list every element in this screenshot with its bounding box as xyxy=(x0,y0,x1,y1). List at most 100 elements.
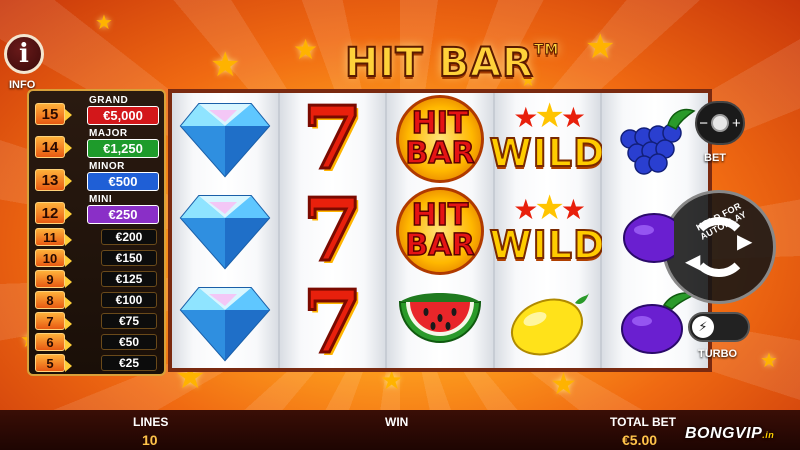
reel-1 xyxy=(172,93,280,368)
line-number: 6 xyxy=(35,333,72,351)
trademark: TM xyxy=(533,42,560,59)
diamond-symbol xyxy=(172,185,278,277)
game-logo: HIT BARTM xyxy=(344,39,559,88)
payout-value: €150 xyxy=(101,250,157,266)
arrow-left-icon: ◀ xyxy=(685,249,701,273)
coin-stack-icon xyxy=(711,114,729,132)
line-number: 9 xyxy=(35,270,72,288)
payout-value: €200 xyxy=(101,229,157,245)
paytable-row: 6 €50 xyxy=(33,333,160,352)
hit-bar-symbol: HIT BAR xyxy=(387,93,493,185)
paytable-row: 11 €200 xyxy=(33,228,160,247)
info-icon: i xyxy=(19,39,29,69)
paytable-row: 7 €75 xyxy=(33,312,160,331)
diamond-icon xyxy=(179,103,271,178)
star-icon: ★ xyxy=(293,33,319,66)
seven-symbol: 7 xyxy=(280,185,386,277)
reel-4: ★★★ WILD ★★★ WILD xyxy=(489,93,606,369)
wild-icon: ★★★ WILD xyxy=(489,97,606,176)
paytable-row: 9 €125 xyxy=(33,270,160,289)
star-icon: ★ xyxy=(550,367,577,402)
seven-icon: 7 xyxy=(301,180,364,281)
wild-text: WILD xyxy=(489,130,606,176)
wild-symbol: ★★★ WILD xyxy=(489,185,606,277)
game-title: HIT BAR xyxy=(344,39,534,87)
seven-symbol: 7 xyxy=(280,277,386,369)
lines-label: LINES xyxy=(133,415,169,429)
watermark-suffix: .in xyxy=(762,430,775,440)
bar-text: BAR xyxy=(405,136,476,171)
arrow-right-icon: ▶ xyxy=(737,229,753,253)
line-number: 10 xyxy=(35,249,72,267)
paytable-row: 10 €150 xyxy=(33,249,160,268)
jackpot-row-minor: 13 MINOR €500 xyxy=(33,161,160,193)
jackpot-row-mini: 12 MINI €250 xyxy=(33,194,160,226)
jackpot-name: GRAND xyxy=(89,95,129,106)
line-number: 11 xyxy=(35,228,72,246)
line-number: 13 xyxy=(35,169,72,191)
watermelon-icon xyxy=(398,293,481,343)
plum-icon xyxy=(623,213,674,263)
reel-2: 7 7 7 xyxy=(279,93,388,369)
star-icon: ★ xyxy=(210,45,241,85)
watermark-brand: BONGVIP xyxy=(685,425,763,442)
bet-label: BET xyxy=(704,152,726,164)
watermark-logo: BONGVIP.in xyxy=(685,425,774,443)
payout-value: €25 xyxy=(101,355,157,371)
lemon-symbol xyxy=(495,277,601,369)
seven-icon: 7 xyxy=(301,272,364,373)
star-burst-icon: ★★★ xyxy=(513,189,586,227)
jackpot-name: MAJOR xyxy=(89,128,128,139)
star-icon: ★ xyxy=(760,348,778,372)
lemon-icon xyxy=(510,293,589,356)
jackpot-row-grand: 15 GRAND €5,000 xyxy=(33,95,160,127)
lightning-icon: ⚡ xyxy=(692,316,714,338)
diamond-symbol xyxy=(172,93,278,185)
star-burst-icon: ★★★ xyxy=(513,97,586,135)
star-icon: ★ xyxy=(585,27,616,67)
line-number: 15 xyxy=(35,103,72,125)
paytable-panel: 15 GRAND €5,000 14 MAJOR €1,250 13 MINOR… xyxy=(27,89,166,376)
plum-icon xyxy=(621,292,696,354)
hit-text: HIT xyxy=(411,198,469,233)
line-number: 14 xyxy=(35,136,72,158)
info-button[interactable]: i xyxy=(4,34,44,74)
seven-icon: 7 xyxy=(301,88,364,189)
turbo-toggle[interactable]: ⚡ xyxy=(688,312,750,342)
total-bet-value: €5.00 xyxy=(622,432,658,448)
hit-bar-icon: HIT BAR xyxy=(395,95,484,183)
bottom-bar: LINES 10 WIN TOTAL BET €5.00 xyxy=(0,410,800,450)
spin-button[interactable]: HOLD FOR AUTOPLAY ▶ ◀ xyxy=(662,190,776,304)
payout-value: €75 xyxy=(101,313,157,329)
paytable-row: 5 €25 xyxy=(33,354,160,373)
jackpot-name: MINOR xyxy=(89,161,125,172)
turbo-label: TURBO xyxy=(698,348,738,360)
payout-value: €50 xyxy=(101,334,157,350)
wild-text: WILD xyxy=(489,222,606,268)
jackpot-value: €1,250 xyxy=(87,139,159,158)
seven-symbol: 7 xyxy=(280,93,386,185)
watermelon-symbol xyxy=(387,277,493,369)
grapes-icon xyxy=(620,108,696,175)
paytable-row: 8 €100 xyxy=(33,291,160,310)
hit-bar-icon: HIT BAR xyxy=(395,187,484,275)
line-number: 5 xyxy=(35,354,72,372)
plus-icon: + xyxy=(732,114,741,132)
wild-symbol: ★★★ WILD xyxy=(489,93,606,185)
total-bet-label: TOTAL BET xyxy=(610,415,676,429)
win-label: WIN xyxy=(385,415,409,429)
jackpot-row-major: 14 MAJOR €1,250 xyxy=(33,128,160,160)
bet-button[interactable]: − + xyxy=(695,101,745,145)
reel-3: HIT BAR HIT BAR xyxy=(387,93,495,368)
hit-bar-symbol: HIT BAR xyxy=(387,185,493,277)
bar-text: BAR xyxy=(405,228,476,263)
jackpot-value: €250 xyxy=(87,205,159,224)
payout-value: €100 xyxy=(101,292,157,308)
diamond-icon xyxy=(179,195,271,270)
lines-value: 10 xyxy=(142,432,158,448)
minus-icon: − xyxy=(699,114,708,132)
jackpot-name: MINI xyxy=(89,194,113,205)
line-number: 7 xyxy=(35,312,72,330)
hit-text: HIT xyxy=(411,106,469,141)
grapes-symbol xyxy=(602,93,708,185)
